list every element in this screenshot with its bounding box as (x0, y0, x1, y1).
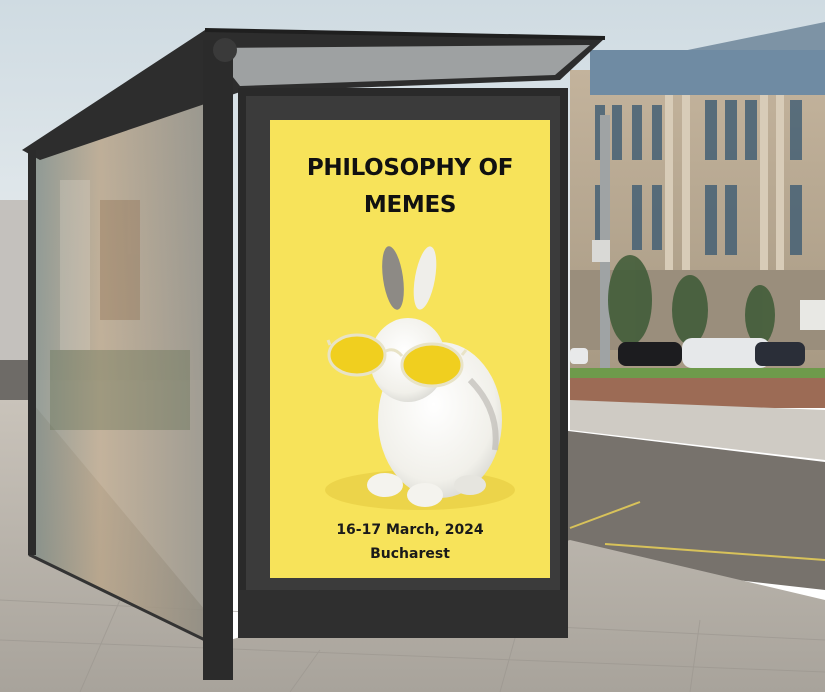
poster-title-line-1: PHILOSOPHY OF (306, 155, 514, 181)
bus-stop-scene (0, 0, 825, 692)
poster-date: 16-17 March, 2024 (336, 522, 484, 538)
poster-city: Bucharest (370, 546, 450, 562)
poster-title-line-2: MEMES (363, 192, 457, 218)
poster-title: PHILOSOPHY OF MEMES (272, 150, 548, 224)
shelter-pillar (203, 40, 233, 680)
